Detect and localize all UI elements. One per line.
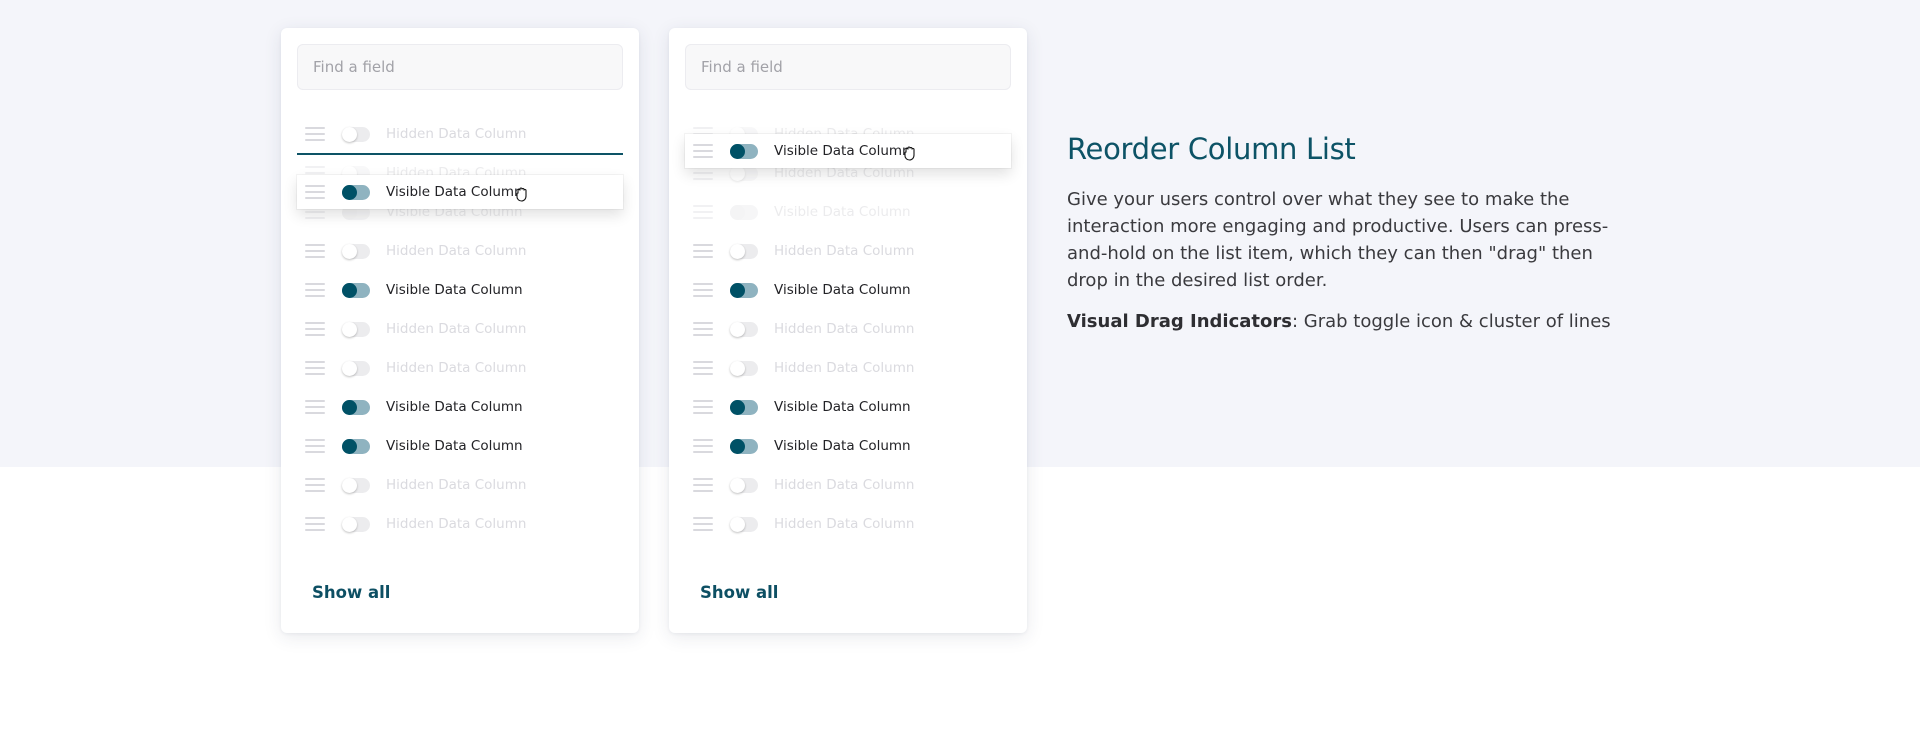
list-item[interactable]: Visible Data Column: [685, 195, 1011, 229]
list-item[interactable]: Hidden Data Column: [297, 117, 623, 151]
visibility-toggle[interactable]: [342, 126, 370, 142]
visibility-toggle[interactable]: [342, 282, 370, 298]
drag-handle-icon[interactable]: [693, 166, 713, 180]
list-item[interactable]: Hidden Data Column: [297, 351, 623, 385]
list-item-label: Hidden Data Column: [386, 516, 527, 532]
list-item-label: Hidden Data Column: [774, 360, 915, 376]
dragged-list-item[interactable]: Visible Data Column: [685, 134, 1011, 168]
visibility-toggle[interactable]: [730, 204, 758, 220]
list-item[interactable]: Hidden Data Column: [297, 468, 623, 502]
visibility-toggle[interactable]: [342, 184, 370, 200]
drag-handle-icon[interactable]: [305, 478, 325, 492]
drag-handle-icon[interactable]: [693, 400, 713, 414]
list-item-label: Hidden Data Column: [774, 516, 915, 532]
section-title: Reorder Column List: [1067, 132, 1356, 166]
list-item-label: Visible Data Column: [386, 282, 523, 298]
list-item-label: Visible Data Column: [774, 204, 911, 220]
list-item-label: Hidden Data Column: [774, 243, 915, 259]
list-item-label: Hidden Data Column: [386, 126, 527, 142]
drag-handle-icon[interactable]: [693, 478, 713, 492]
drag-handle-icon[interactable]: [693, 439, 713, 453]
list-item-label: Visible Data Column: [386, 399, 523, 415]
list-item[interactable]: Visible Data Column: [685, 429, 1011, 463]
list-item-label: Visible Data Column: [386, 438, 523, 454]
drag-handle-icon[interactable]: [305, 439, 325, 453]
list-item[interactable]: Hidden Data Column: [685, 507, 1011, 541]
list-item-label: Visible Data Column: [386, 184, 523, 200]
list-item-label: Visible Data Column: [774, 143, 911, 159]
grab-cursor-icon: [904, 146, 915, 161]
drag-handle-icon[interactable]: [693, 144, 713, 158]
list-item-label: Visible Data Column: [774, 399, 911, 415]
dragged-list-item[interactable]: Visible Data Column: [297, 175, 623, 209]
list-item[interactable]: Hidden Data Column: [297, 507, 623, 541]
list-item[interactable]: Visible Data Column: [297, 390, 623, 424]
visibility-toggle[interactable]: [342, 243, 370, 259]
visibility-toggle[interactable]: [730, 438, 758, 454]
list-item[interactable]: Hidden Data Column: [297, 234, 623, 268]
visibility-toggle[interactable]: [342, 438, 370, 454]
visibility-toggle[interactable]: [730, 516, 758, 532]
drag-handle-icon[interactable]: [305, 127, 325, 141]
show-all-link[interactable]: Show all: [700, 583, 778, 602]
list-item[interactable]: Visible Data Column: [685, 390, 1011, 424]
column-list-card-2: Hidden Data Column Hidden Data Column Vi…: [669, 28, 1027, 633]
visibility-toggle[interactable]: [730, 360, 758, 376]
drag-handle-icon[interactable]: [305, 283, 325, 297]
find-field-input[interactable]: [685, 44, 1011, 90]
drag-handle-icon[interactable]: [305, 244, 325, 258]
description-panel: Reorder Column List Give your users cont…: [1067, 132, 1627, 335]
drag-handle-icon[interactable]: [693, 517, 713, 531]
drag-handle-icon[interactable]: [305, 322, 325, 336]
visibility-toggle[interactable]: [730, 282, 758, 298]
drag-handle-icon[interactable]: [693, 244, 713, 258]
drag-handle-icon[interactable]: [693, 283, 713, 297]
drag-indicators-text: : Grab toggle icon & cluster of lines: [1291, 311, 1611, 332]
grab-cursor-icon: [516, 187, 527, 202]
visibility-toggle[interactable]: [730, 143, 758, 159]
list-item-label: Hidden Data Column: [386, 321, 527, 337]
drag-handle-icon[interactable]: [693, 205, 713, 219]
drag-handle-icon[interactable]: [693, 322, 713, 336]
drop-indicator-line: [297, 153, 623, 155]
list-item[interactable]: Hidden Data Column: [685, 351, 1011, 385]
visibility-toggle[interactable]: [730, 243, 758, 259]
visibility-toggle[interactable]: [342, 516, 370, 532]
drag-handle-icon[interactable]: [305, 361, 325, 375]
column-list-card-1: Hidden Data Column Hidden Data Column Vi…: [281, 28, 639, 633]
list-item-label: Hidden Data Column: [386, 360, 527, 376]
find-field-input[interactable]: [297, 44, 623, 90]
drag-indicators-note: Visual Drag Indicators: Grab toggle icon…: [1067, 308, 1627, 335]
drag-handle-icon[interactable]: [305, 185, 325, 199]
list-item-label: Hidden Data Column: [386, 477, 527, 493]
list-item[interactable]: Hidden Data Column: [685, 234, 1011, 268]
visibility-toggle[interactable]: [730, 477, 758, 493]
visibility-toggle[interactable]: [730, 399, 758, 415]
list-item-label: Hidden Data Column: [774, 477, 915, 493]
visibility-toggle[interactable]: [342, 399, 370, 415]
list-item[interactable]: Visible Data Column: [297, 273, 623, 307]
list-item[interactable]: Hidden Data Column: [685, 468, 1011, 502]
visibility-toggle[interactable]: [730, 321, 758, 337]
list-item[interactable]: Visible Data Column: [685, 273, 1011, 307]
visibility-toggle[interactable]: [342, 477, 370, 493]
drag-indicators-label: Visual Drag Indicators: [1067, 311, 1292, 332]
drag-handle-icon[interactable]: [305, 400, 325, 414]
list-item-label: Hidden Data Column: [386, 243, 527, 259]
section-description: Give your users control over what they s…: [1067, 189, 1609, 291]
list-item-label: Visible Data Column: [774, 282, 911, 298]
show-all-link[interactable]: Show all: [312, 583, 390, 602]
list-item[interactable]: Visible Data Column: [297, 429, 623, 463]
visibility-toggle[interactable]: [342, 321, 370, 337]
list-item-label: Hidden Data Column: [774, 321, 915, 337]
visibility-toggle[interactable]: [342, 360, 370, 376]
list-item-label: Visible Data Column: [774, 438, 911, 454]
drag-handle-icon[interactable]: [305, 517, 325, 531]
list-item[interactable]: Hidden Data Column: [297, 312, 623, 346]
list-item[interactable]: Hidden Data Column: [685, 312, 1011, 346]
drag-handle-icon[interactable]: [693, 361, 713, 375]
